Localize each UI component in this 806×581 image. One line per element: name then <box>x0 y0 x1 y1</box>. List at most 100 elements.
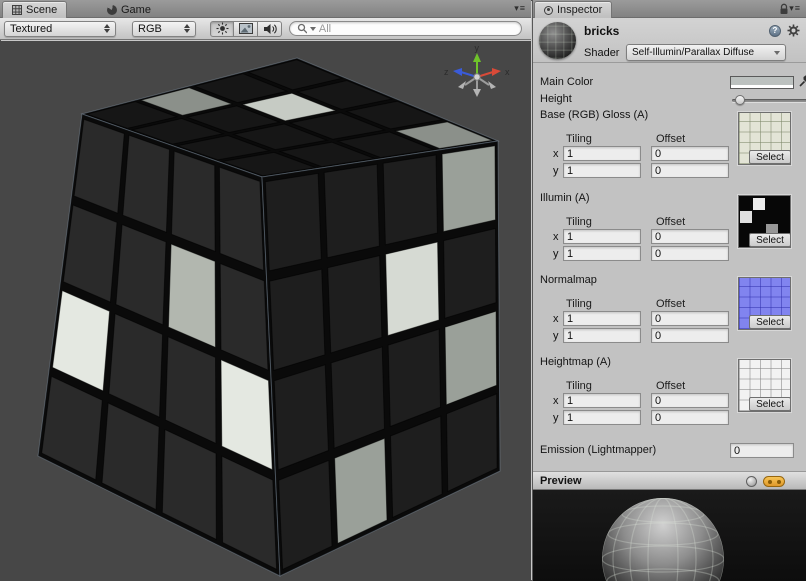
skybox-toggle-button[interactable] <box>234 21 258 37</box>
offset-x-field[interactable] <box>651 393 729 408</box>
shader-dropdown[interactable]: Self-Illumin/Parallax Diffuse <box>626 44 786 61</box>
shader-value: Self-Illumin/Parallax Diffuse <box>632 47 774 58</box>
texture-slot-label: Illumin (A) <box>540 192 590 204</box>
preview-lighting-toggle-icon[interactable] <box>763 476 785 487</box>
y-axis-label: y <box>553 330 562 342</box>
scene-viewport[interactable]: y x z <box>0 41 531 581</box>
scene-panel: Scene Game ▾≡ Textured RGB <box>0 0 531 581</box>
tiling-y-field[interactable] <box>563 328 641 343</box>
gear-icon[interactable] <box>787 24 800 37</box>
tiling-x-field[interactable] <box>563 393 641 408</box>
texture-slot-label: Normalmap <box>540 274 597 286</box>
texture-slot-illumin: Illumin (A) Select Tiling Offset x y <box>533 192 806 274</box>
offset-x-field[interactable] <box>651 229 729 244</box>
offset-y-field[interactable] <box>651 163 729 178</box>
tiling-x-field[interactable] <box>563 146 641 161</box>
offset-x-field[interactable] <box>651 146 729 161</box>
orientation-gizmo[interactable]: y x z <box>436 43 522 105</box>
sun-icon <box>216 22 229 35</box>
offset-header: Offset <box>656 216 685 228</box>
shader-label: Shader <box>584 47 619 59</box>
texture-slot-normalmap: Normalmap Select Tiling Offset x y <box>533 274 806 356</box>
material-preview-area[interactable] <box>533 490 806 581</box>
search-field[interactable] <box>289 21 522 36</box>
offset-x-field[interactable] <box>651 311 729 326</box>
scene-view-toggles <box>210 21 282 37</box>
draw-mode-value: Textured <box>10 23 98 35</box>
search-input[interactable] <box>319 23 514 35</box>
gizmo-x-axis[interactable]: x <box>477 67 510 77</box>
channel-value: RGB <box>138 23 178 35</box>
main-color-swatch[interactable] <box>730 76 794 89</box>
y-axis-label: y <box>553 165 562 177</box>
cube-face-right <box>262 141 500 576</box>
main-color-label: Main Color <box>540 76 593 88</box>
x-axis-label: x <box>553 231 562 243</box>
updown-arrows-icon <box>104 24 110 33</box>
texture-slot-heightmap: Heightmap (A) Select Tiling Offset x y <box>533 356 806 438</box>
tab-scene-label: Scene <box>26 4 57 16</box>
draw-mode-dropdown[interactable]: Textured <box>4 21 116 37</box>
bricks-cube-object[interactable] <box>0 41 531 581</box>
inspector-panel: Inspector ▾≡ bricks ? <box>532 0 806 581</box>
gizmo-center[interactable] <box>474 74 480 80</box>
eyedropper-icon[interactable] <box>798 73 806 88</box>
y-axis-label: y <box>553 248 562 260</box>
cube-face-left <box>38 114 280 576</box>
unity-editor-window: Scene Game ▾≡ Textured RGB <box>0 0 806 581</box>
scene-panel-menu-icon[interactable]: ▾≡ <box>514 3 526 14</box>
inspector-tabbar: Inspector ▾≡ <box>533 0 806 18</box>
help-icon[interactable]: ? <box>769 25 781 37</box>
x-axis-label: x <box>553 313 562 325</box>
search-filter-arrow-icon[interactable] <box>310 27 316 31</box>
scene-toolbar: Textured RGB <box>0 18 531 40</box>
texture-slot-base: Base (RGB) Gloss (A) Select Tiling Offse… <box>533 109 806 191</box>
scene-tabbar: Scene Game ▾≡ <box>0 0 531 18</box>
tiling-x-field[interactable] <box>563 229 641 244</box>
height-slider-thumb[interactable] <box>735 95 745 105</box>
tab-game-label: Game <box>121 4 151 16</box>
tab-inspector[interactable]: Inspector <box>534 1 612 18</box>
select-button[interactable]: Select <box>749 397 791 411</box>
tiling-y-field[interactable] <box>563 246 641 261</box>
texture-slot-label: Base (RGB) Gloss (A) <box>540 109 648 121</box>
material-sphere-icon <box>539 22 576 59</box>
gizmo-y-label: y <box>475 43 480 53</box>
offset-header: Offset <box>656 380 685 392</box>
gizmo-y-axis[interactable]: y <box>473 43 481 77</box>
gizmo-z-axis[interactable]: z <box>444 67 477 77</box>
channel-dropdown[interactable]: RGB <box>132 21 196 37</box>
offset-header: Offset <box>656 298 685 310</box>
offset-y-field[interactable] <box>651 328 729 343</box>
preview-bar: Preview <box>533 471 806 490</box>
select-button[interactable]: Select <box>749 315 791 329</box>
emission-label: Emission (Lightmapper) <box>540 444 656 456</box>
texture-slot-label: Heightmap (A) <box>540 356 611 368</box>
offset-y-field[interactable] <box>651 246 729 261</box>
tab-game[interactable]: Game <box>98 1 160 18</box>
material-name: bricks <box>584 24 619 38</box>
tiling-header: Tiling <box>566 216 592 228</box>
audio-toggle-button[interactable] <box>258 21 282 37</box>
tiling-x-field[interactable] <box>563 311 641 326</box>
select-button[interactable]: Select <box>749 150 791 164</box>
tab-scene[interactable]: Scene <box>2 1 67 18</box>
preview-sphere-toggle-icon[interactable] <box>746 476 757 487</box>
inspector-panel-menu-icon[interactable]: ▾≡ <box>789 3 801 14</box>
image-icon <box>239 23 253 34</box>
offset-y-field[interactable] <box>651 410 729 425</box>
chevron-down-icon <box>774 51 780 55</box>
tiling-y-field[interactable] <box>563 163 641 178</box>
emission-field[interactable] <box>730 443 794 458</box>
tab-inspector-label: Inspector <box>557 4 602 16</box>
gizmo-z-label: z <box>444 67 449 77</box>
search-icon <box>297 23 307 34</box>
tiling-header: Tiling <box>566 133 592 145</box>
select-button[interactable]: Select <box>749 233 791 247</box>
tiling-y-field[interactable] <box>563 410 641 425</box>
tiling-header: Tiling <box>566 298 592 310</box>
lock-icon[interactable] <box>779 3 789 15</box>
offset-header: Offset <box>656 133 685 145</box>
lighting-toggle-button[interactable] <box>210 21 234 37</box>
tiling-header: Tiling <box>566 380 592 392</box>
